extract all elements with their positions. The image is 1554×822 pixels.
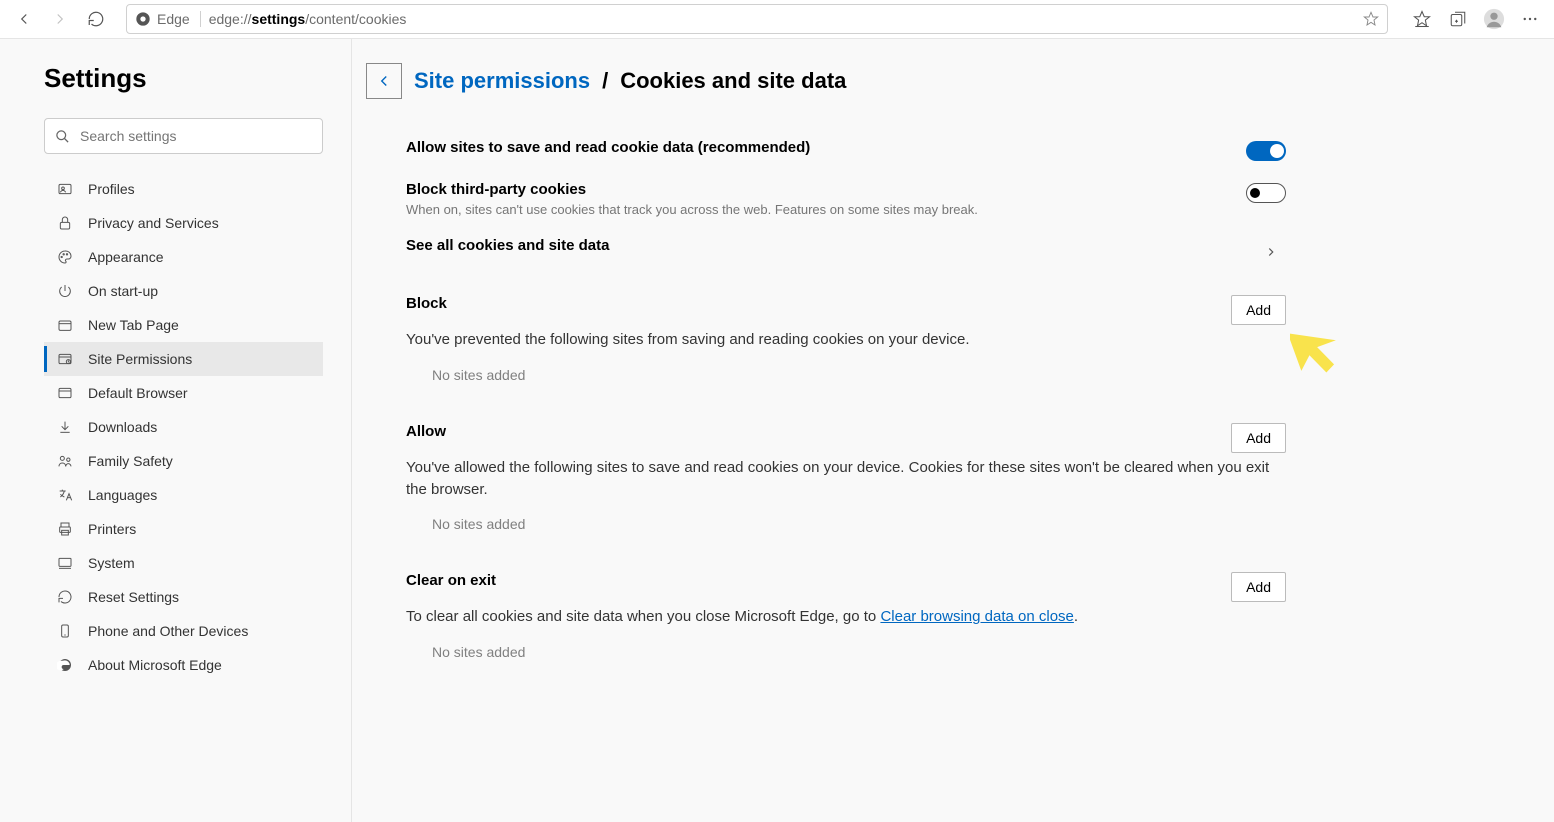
search-icon bbox=[55, 129, 70, 144]
clear-empty-text: No sites added bbox=[406, 628, 1286, 682]
sidebar-item-site-permissions[interactable]: Site Permissions bbox=[44, 342, 323, 376]
sidebar-item-downloads[interactable]: Downloads bbox=[44, 410, 323, 444]
nav-back-button[interactable] bbox=[8, 3, 40, 35]
sidebar-item-label: Phone and Other Devices bbox=[88, 623, 248, 639]
sidebar-item-label: Default Browser bbox=[88, 385, 188, 401]
edge-icon bbox=[56, 656, 74, 674]
nav-refresh-button[interactable] bbox=[80, 3, 112, 35]
overflow-menu-icon[interactable] bbox=[1514, 3, 1546, 35]
clear-section-desc: To clear all cookies and site data when … bbox=[406, 606, 1286, 628]
sidebar-item-system[interactable]: System bbox=[44, 546, 323, 580]
settings-nav: Profiles Privacy and Services Appearance On… bbox=[44, 172, 323, 682]
settings-content: Site permissions / Cookies and site data… bbox=[352, 39, 1554, 822]
sidebar-item-new-tab-page[interactable]: New Tab Page bbox=[44, 308, 323, 342]
lock-icon bbox=[56, 214, 74, 232]
sidebar-item-label: Family Safety bbox=[88, 453, 173, 469]
sidebar-item-label: System bbox=[88, 555, 135, 571]
block-section-title: Block bbox=[406, 295, 1211, 312]
edge-label: Edge bbox=[157, 11, 190, 27]
power-icon bbox=[56, 282, 74, 300]
sidebar-item-label: Privacy and Services bbox=[88, 215, 219, 231]
see-all-cookies-title: See all cookies and site data bbox=[406, 237, 1236, 254]
allow-cookies-title: Allow sites to save and read cookie data… bbox=[406, 139, 1226, 156]
sidebar-item-about-microsoft-edge[interactable]: About Microsoft Edge bbox=[44, 648, 323, 682]
settings-sidebar: Settings Profiles Privacy and Services App… bbox=[0, 39, 352, 822]
sidebar-item-label: Site Permissions bbox=[88, 351, 192, 367]
sidebar-item-label: New Tab Page bbox=[88, 317, 179, 333]
breadcrumb-separator: / bbox=[602, 68, 608, 94]
favorites-icon[interactable] bbox=[1406, 3, 1438, 35]
allow-cookies-toggle[interactable] bbox=[1246, 141, 1286, 161]
block-third-party-toggle[interactable] bbox=[1246, 183, 1286, 203]
sidebar-item-phone-and-other-devices[interactable]: Phone and Other Devices bbox=[44, 614, 323, 648]
sidebar-item-profiles[interactable]: Profiles bbox=[44, 172, 323, 206]
sidebar-item-label: Appearance bbox=[88, 249, 164, 265]
edge-icon bbox=[135, 11, 151, 27]
system-icon bbox=[56, 554, 74, 572]
palette-icon bbox=[56, 248, 74, 266]
clear-add-button[interactable]: Add bbox=[1231, 572, 1286, 602]
block-add-button[interactable]: Add bbox=[1231, 295, 1286, 325]
sidebar-item-label: About Microsoft Edge bbox=[88, 657, 222, 673]
download-icon bbox=[56, 418, 74, 436]
allow-empty-text: No sites added bbox=[406, 500, 1286, 554]
breadcrumb-link[interactable]: Site permissions bbox=[414, 68, 590, 94]
allow-section-desc: You've allowed the following sites to sa… bbox=[406, 457, 1286, 501]
tab-icon bbox=[56, 316, 74, 334]
block-section-desc: You've prevented the following sites fro… bbox=[406, 329, 1286, 351]
sidebar-item-default-browser[interactable]: Default Browser bbox=[44, 376, 323, 410]
sidebar-item-label: Printers bbox=[88, 521, 136, 537]
url-text: edge://settings/content/cookies bbox=[209, 11, 1355, 27]
clear-browsing-data-link[interactable]: Clear browsing data on close bbox=[880, 608, 1073, 625]
collections-icon[interactable] bbox=[1442, 3, 1474, 35]
sidebar-item-privacy-and-services[interactable]: Privacy and Services bbox=[44, 206, 323, 240]
sidebar-item-family-safety[interactable]: Family Safety bbox=[44, 444, 323, 478]
breadcrumb-current: Cookies and site data bbox=[620, 68, 846, 94]
address-bar[interactable]: Edge edge://settings/content/cookies bbox=[126, 4, 1388, 34]
phone-icon bbox=[56, 622, 74, 640]
family-icon bbox=[56, 452, 74, 470]
bookmark-star-icon[interactable] bbox=[1363, 11, 1379, 27]
nav-forward-button[interactable] bbox=[44, 3, 76, 35]
block-third-party-subtitle: When on, sites can't use cookies that tr… bbox=[406, 202, 1226, 217]
browser-icon bbox=[56, 384, 74, 402]
print-icon bbox=[56, 520, 74, 538]
profile-icon bbox=[56, 180, 74, 198]
sidebar-item-label: Profiles bbox=[88, 181, 135, 197]
sidebar-item-label: Languages bbox=[88, 487, 157, 503]
sidebar-item-on-start-up[interactable]: On start-up bbox=[44, 274, 323, 308]
sidebar-item-label: Downloads bbox=[88, 419, 157, 435]
lang-icon bbox=[56, 486, 74, 504]
sidebar-item-appearance[interactable]: Appearance bbox=[44, 240, 323, 274]
block-third-party-title: Block third-party cookies bbox=[406, 181, 1226, 198]
allow-add-button[interactable]: Add bbox=[1231, 423, 1286, 453]
block-empty-text: No sites added bbox=[406, 351, 1286, 405]
sidebar-item-languages[interactable]: Languages bbox=[44, 478, 323, 512]
settings-back-button[interactable] bbox=[366, 63, 402, 99]
clear-section-title: Clear on exit bbox=[406, 572, 1211, 589]
search-input[interactable] bbox=[80, 128, 312, 144]
profile-avatar-icon[interactable] bbox=[1478, 3, 1510, 35]
sidebar-item-label: Reset Settings bbox=[88, 589, 179, 605]
browser-toolbar: Edge edge://settings/content/cookies bbox=[0, 0, 1554, 39]
site-icon bbox=[56, 350, 74, 368]
sidebar-item-reset-settings[interactable]: Reset Settings bbox=[44, 580, 323, 614]
allow-section-title: Allow bbox=[406, 423, 1211, 440]
see-all-cookies-button[interactable] bbox=[1256, 237, 1286, 267]
reset-icon bbox=[56, 588, 74, 606]
sidebar-item-label: On start-up bbox=[88, 283, 158, 299]
search-settings-box[interactable] bbox=[44, 118, 323, 154]
settings-title: Settings bbox=[44, 63, 323, 94]
sidebar-item-printers[interactable]: Printers bbox=[44, 512, 323, 546]
